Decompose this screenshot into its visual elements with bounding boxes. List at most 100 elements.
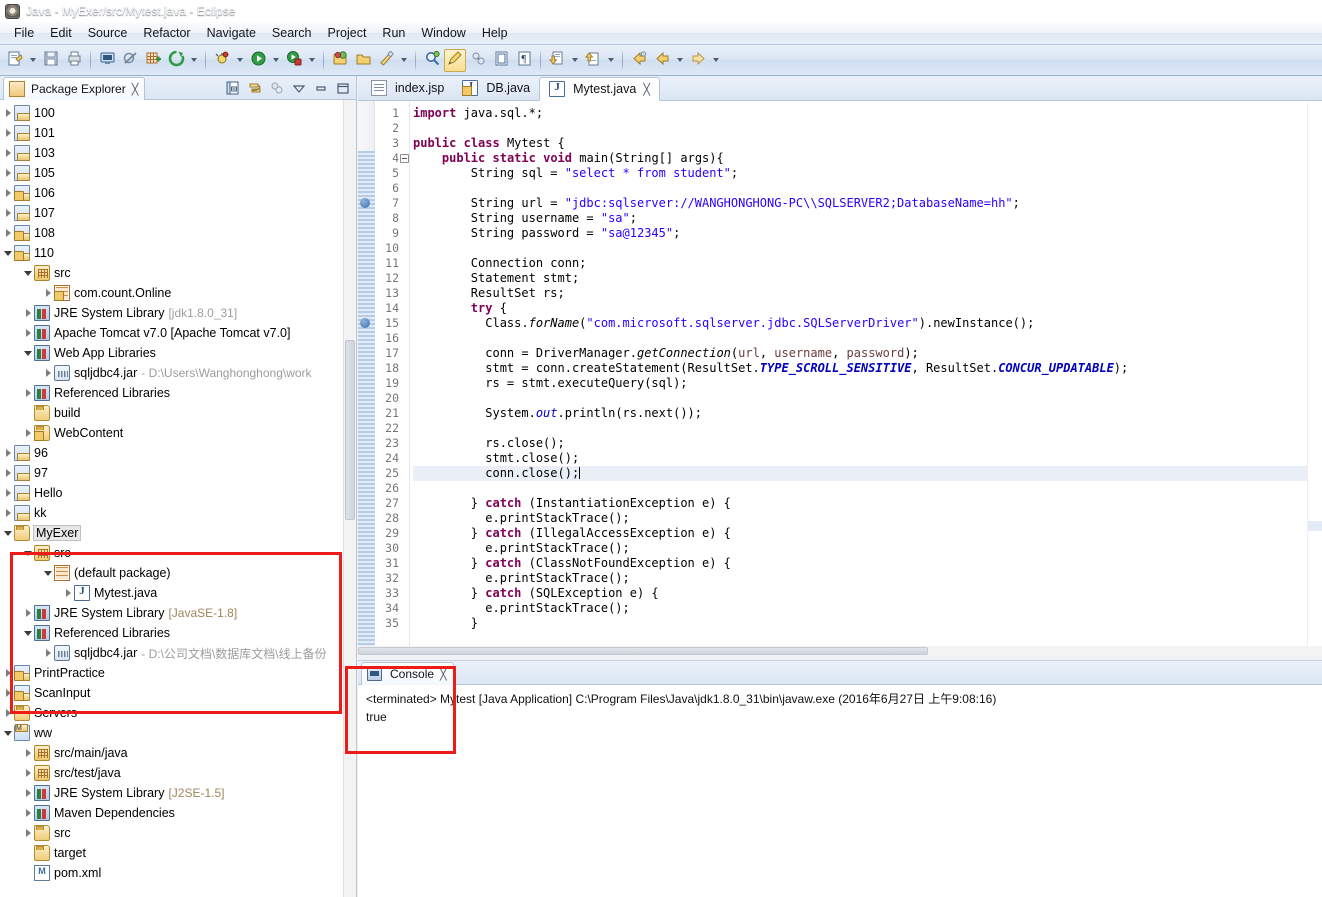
editor-horizontal-scrollbar[interactable] [358,646,1322,656]
tree-item[interactable]: sqljdbc4.jar - D:\公司文档\数据库文档\线上备份 [0,643,343,663]
menu-item-search[interactable]: Search [264,24,320,42]
expand-arrow-icon[interactable] [42,563,54,583]
focus-on-active-task-button[interactable] [267,78,286,97]
code-line[interactable]: stmt.close(); [413,451,1307,466]
new-java-package-button[interactable] [142,49,164,72]
code-line[interactable]: } catch (InstantiationException e) { [413,496,1307,511]
code-line[interactable]: } [413,616,1307,631]
tree-item[interactable]: sqljdbc4.jar - D:\Users\Wanghonghong\work [0,363,343,383]
back-button[interactable] [628,49,650,72]
external-tools-button[interactable] [375,49,397,72]
collapse-arrow-icon[interactable] [22,323,34,343]
close-icon[interactable]: ╳ [440,668,447,681]
collapse-arrow-icon[interactable] [2,103,14,123]
tree-item[interactable]: src [0,263,343,283]
maximize-button[interactable] [333,78,352,97]
view-menu-button[interactable] [289,78,308,97]
expand-arrow-icon[interactable] [2,723,14,743]
tree-item[interactable]: JRE System Library [JavaSE-1.8] [0,603,343,623]
tree-item[interactable]: 97 [0,463,343,483]
collapse-arrow-icon[interactable] [22,303,34,323]
chevron-down-icon[interactable] [234,49,246,72]
code-line[interactable]: } catch (IllegalAccessException e) { [413,526,1307,541]
code-line[interactable]: conn = DriverManager.getConnection(url, … [413,346,1307,361]
open-console-button[interactable] [96,49,118,72]
tree-item[interactable]: 106 [0,183,343,203]
tree-item[interactable]: (default package) [0,563,343,583]
chevron-down-icon[interactable] [270,49,282,72]
new-java-project-button[interactable] [329,49,351,72]
editor-overview-ruler[interactable] [1307,101,1322,646]
code-line[interactable]: stmt = conn.createStatement(ResultSet.TY… [413,361,1307,376]
tree-item[interactable]: target [0,843,343,863]
menu-item-refactor[interactable]: Refactor [135,24,198,42]
menu-item-file[interactable]: File [6,24,42,42]
tree-item[interactable]: Hello [0,483,343,503]
expand-arrow-icon[interactable] [22,543,34,563]
code-line[interactable]: String password = "sa@12345"; [413,226,1307,241]
tree-item[interactable]: pom.xml [0,863,343,883]
link-with-editor-button[interactable] [245,78,264,97]
print-button[interactable] [63,49,85,72]
tree-item[interactable]: Web App Libraries [0,343,343,363]
collapse-arrow-icon[interactable] [2,223,14,243]
tree-item[interactable]: 108 [0,223,343,243]
code-line[interactable]: Statement stmt; [413,271,1307,286]
collapse-arrow-icon[interactable] [22,823,34,843]
chevron-down-icon[interactable] [710,49,722,72]
refresh-button[interactable] [165,49,187,72]
tree-item[interactable]: 110 [0,243,343,263]
backward-history-button[interactable] [651,49,673,72]
editor-body[interactable]: 1 2 3 4 5 6 7 8 9 10 11 12 13 14 15 16 17 18 19 20 21 22 23 24 2… [358,101,1322,646]
show-whitespace-button[interactable] [490,49,512,72]
menu-item-run[interactable]: Run [374,24,413,42]
tree-item[interactable]: kk [0,503,343,523]
minimize-button[interactable] [311,78,330,97]
menu-item-project[interactable]: Project [320,24,375,42]
code-line[interactable]: System.out.println(rs.next()); [413,406,1307,421]
close-icon[interactable]: ╳ [643,83,650,96]
run-server-button[interactable] [283,49,305,72]
code-line[interactable] [413,481,1307,496]
paragraph-marks-button[interactable]: ¶ [513,49,535,72]
tree-item[interactable]: build [0,403,343,423]
tree-item[interactable]: MyExer [0,523,343,543]
save-button[interactable] [40,49,62,72]
code-line[interactable]: conn.close(); [413,466,1307,481]
code-line[interactable] [413,241,1307,256]
code-line[interactable]: } catch (SQLException e) { [413,586,1307,601]
code-line[interactable] [413,421,1307,436]
collapse-arrow-icon[interactable] [2,503,14,523]
code-line[interactable]: String url = "jdbc:sqlserver://WANGHONGH… [413,196,1307,211]
tab-package-explorer[interactable]: Package Explorer ╳ [3,77,146,100]
tree-item[interactable]: ww [0,723,343,743]
tree-item[interactable]: Mytest.java [0,583,343,603]
code-line[interactable]: rs.close(); [413,436,1307,451]
previous-annotation-button[interactable] [582,49,604,72]
collapse-arrow-icon[interactable] [22,763,34,783]
package-explorer-vertical-scrollbar[interactable] [343,100,356,897]
collapse-arrow-icon[interactable] [2,663,14,683]
tree-item[interactable]: 103 [0,143,343,163]
editor-folding-gutter[interactable] [399,101,410,646]
search-button[interactable] [421,49,443,72]
close-icon[interactable]: ╳ [132,83,139,96]
expand-arrow-icon[interactable] [22,343,34,363]
code-line[interactable]: public class Mytest { [413,136,1307,151]
tree-item[interactable]: WebContent [0,423,343,443]
editor-annotation-gutter[interactable] [358,101,375,646]
collapse-arrow-icon[interactable] [22,383,34,403]
run-button[interactable] [247,49,269,72]
chevron-down-icon[interactable] [398,49,410,72]
collapse-arrow-icon[interactable] [2,143,14,163]
new-wizard-button[interactable] [4,49,26,72]
tree-item[interactable]: com.count.Online [0,283,343,303]
expand-arrow-icon[interactable] [2,523,14,543]
tree-item[interactable]: src [0,823,343,843]
collapse-arrow-icon[interactable] [2,483,14,503]
collapse-arrow-icon[interactable] [2,683,14,703]
tree-item[interactable]: 100 [0,103,343,123]
collapse-arrow-icon[interactable] [22,603,34,623]
chevron-down-icon[interactable] [674,49,686,72]
code-line[interactable]: e.printStackTrace(); [413,601,1307,616]
